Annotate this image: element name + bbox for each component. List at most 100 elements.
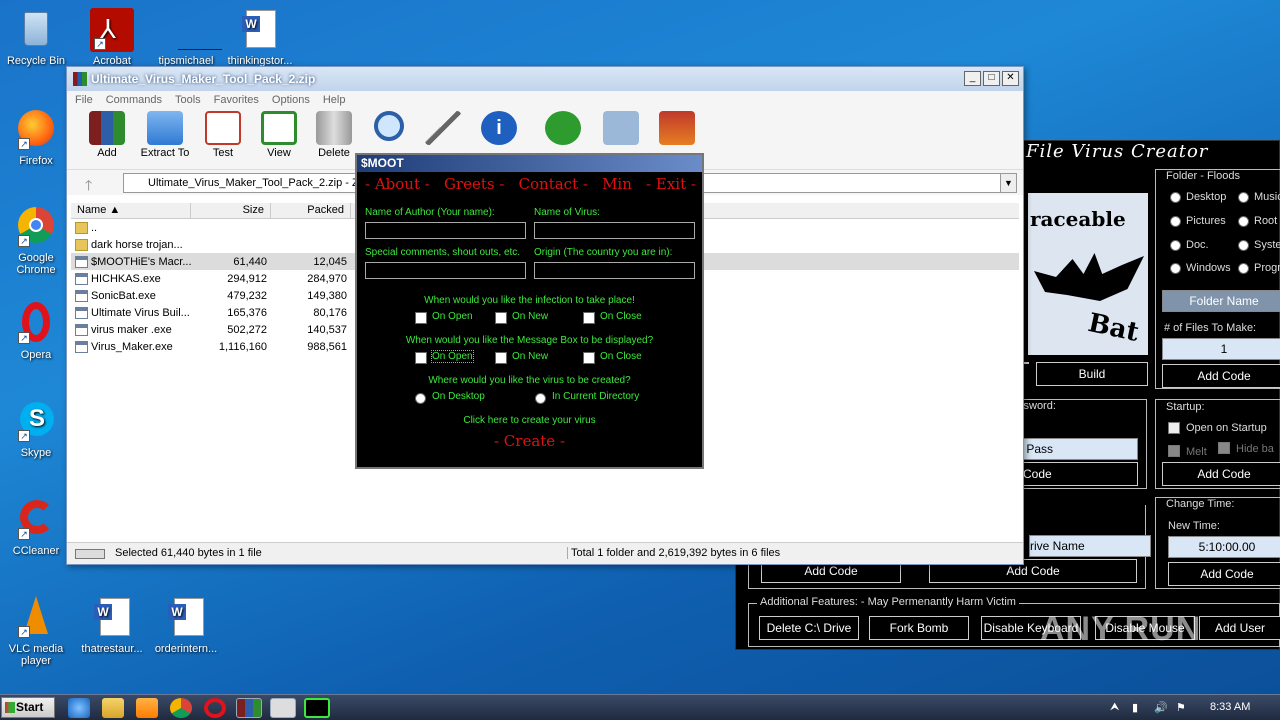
dropdown-arrow-icon[interactable]: ▼ [1000,174,1016,192]
desktop-icon-firefox[interactable]: ↗ Firefox [0,108,72,167]
radio-root[interactable] [1238,216,1249,227]
moot-taskbar-icon[interactable] [304,698,330,718]
add-user-button[interactable]: Add User [1199,616,1280,640]
infection-on-new-checkbox[interactable] [495,312,507,324]
toolbar-view-button[interactable]: View [249,111,309,159]
radio-pictures[interactable] [1170,216,1181,227]
toolbar-find-button[interactable] [359,111,419,143]
min-link[interactable]: Min [602,175,632,193]
moot-titlebar[interactable]: $MOOT [357,155,702,172]
exit-link[interactable]: - Exit - [646,175,696,193]
greets-link[interactable]: Greets - [444,175,504,193]
column-name[interactable]: Name ▲ [71,203,191,218]
menu-help[interactable]: Help [323,94,346,106]
desktop-icon-acrobat[interactable]: ⅄ ↗ Acrobat [76,8,148,67]
desktop-icon-tipsmichael[interactable]: tipsmichael [150,8,222,67]
toolbar-virusscan-button[interactable] [533,111,593,147]
radio-programs[interactable] [1238,263,1249,274]
column-size[interactable]: Size [191,203,271,218]
fork-bomb-button[interactable]: Fork Bomb [869,616,969,640]
vlc-icon: ↗ [14,596,58,640]
delete-drive-button[interactable]: Delete C:\ Drive [759,616,859,640]
folder-name-field[interactable]: Folder Name [1162,290,1280,312]
on-desktop-radio[interactable] [415,393,426,404]
msgbox-on-close-checkbox[interactable] [583,352,595,364]
media-player-taskbar-icon[interactable] [136,698,158,718]
toolbar-comment-button[interactable] [591,111,651,147]
desktop-icon-chrome[interactable]: ↗ Google Chrome [0,205,72,276]
up-arrow-icon[interactable]: 🡑 [85,175,92,199]
toolbar-extract-button[interactable]: Extract To [135,111,195,159]
files-to-make-input[interactable]: 1 [1162,338,1280,360]
msgbox-on-open-checkbox[interactable] [415,352,427,364]
radio-music[interactable] [1238,192,1249,203]
explorer-taskbar-icon[interactable] [102,698,124,718]
maximize-button[interactable]: □ [983,71,1000,86]
column-packed[interactable]: Packed [271,203,351,218]
build-button[interactable]: Build [1036,362,1148,386]
in-current-directory-radio[interactable] [535,393,546,404]
clock[interactable]: 8:33 AM [1210,701,1250,713]
startup-title: Startup: [1166,401,1205,413]
bat-taskbar-icon[interactable] [270,698,296,718]
desktop-icon-label: orderintern... [154,643,218,655]
radio-doc[interactable] [1170,240,1181,251]
winrar-titlebar[interactable]: Ultimate_Virus_Maker_Tool_Pack_2.zip [67,67,1023,91]
startup-add-code-button[interactable]: Add Code [1162,462,1280,486]
desktop-icon-thinkingstor[interactable]: W thinkingstor... [224,8,296,67]
radio-windows[interactable] [1170,263,1181,274]
radio-label: Progra [1254,262,1280,274]
toolbar-wizard-button[interactable] [413,111,473,147]
hide-checkbox[interactable] [1218,442,1230,454]
time-add-code-button[interactable]: Add Code [1168,562,1280,586]
volume-icon[interactable]: 🔊 [1154,701,1168,714]
contact-link[interactable]: Contact - [519,175,588,193]
desktop-icon-orderintern[interactable]: W orderintern... [150,596,222,655]
new-time-input[interactable]: 5:10:00.00 [1168,536,1280,558]
origin-input[interactable] [534,262,695,279]
minimize-button[interactable]: _ [964,71,981,86]
chrome-taskbar-icon[interactable] [170,698,192,718]
msgbox-on-new-checkbox[interactable] [495,352,507,364]
drive-name-field[interactable]: rive Name [1029,535,1151,557]
desktop-icon-thatrestaur[interactable]: W thatrestaur... [76,596,148,655]
author-input[interactable] [365,222,526,239]
menu-file[interactable]: File [75,94,93,106]
virus-name-input[interactable] [534,222,695,239]
menu-tools[interactable]: Tools [175,94,201,106]
password-add-code-button[interactable]: l Code [1016,462,1138,486]
comments-input[interactable] [365,262,526,279]
create-button[interactable]: - Create - [357,432,702,450]
desktop-icon-skype[interactable]: S ↗ Skype [0,400,72,459]
flag-icon[interactable]: ⚑ [1176,701,1186,714]
toolbar-delete-button[interactable]: Delete [304,111,364,159]
open-on-startup-checkbox[interactable] [1168,422,1180,434]
exe-file-icon [75,289,88,302]
network-icon[interactable]: ▮ [1132,701,1138,714]
password-field[interactable]: v Pass [1016,438,1138,460]
desktop-icon-opera[interactable]: ↗ Opera [0,302,72,361]
infection-on-close-checkbox[interactable] [583,312,595,324]
toolbar-sfx-button[interactable] [647,111,707,147]
toolbar-info-button[interactable]: i [469,111,529,147]
desktop-icon-vlc[interactable]: ↗ VLC media player [0,596,72,667]
melt-checkbox[interactable] [1168,445,1180,457]
close-button[interactable]: ✕ [1002,71,1019,86]
ie-taskbar-icon[interactable] [68,698,90,718]
toolbar-add-button[interactable]: Add [77,111,137,159]
radio-system[interactable] [1238,240,1249,251]
radio-desktop[interactable] [1170,192,1181,203]
winrar-taskbar-icon[interactable] [236,698,262,718]
folder-add-code-button[interactable]: Add Code [1162,364,1280,388]
about-link[interactable]: - About - [365,175,430,193]
start-button[interactable]: Start [1,697,55,718]
toolbar-test-button[interactable]: Test [193,111,253,159]
desktop-icon-ccleaner[interactable]: ↗ CCleaner [0,498,72,557]
menu-commands[interactable]: Commands [106,94,162,106]
opera-taskbar-icon[interactable] [204,698,226,718]
infection-on-open-checkbox[interactable] [415,312,427,324]
menu-favorites[interactable]: Favorites [214,94,259,106]
desktop-icon-recycle-bin[interactable]: Recycle Bin [0,8,72,67]
menu-options[interactable]: Options [272,94,310,106]
tray-up-arrow-icon[interactable]: ⮝ [1110,701,1119,714]
